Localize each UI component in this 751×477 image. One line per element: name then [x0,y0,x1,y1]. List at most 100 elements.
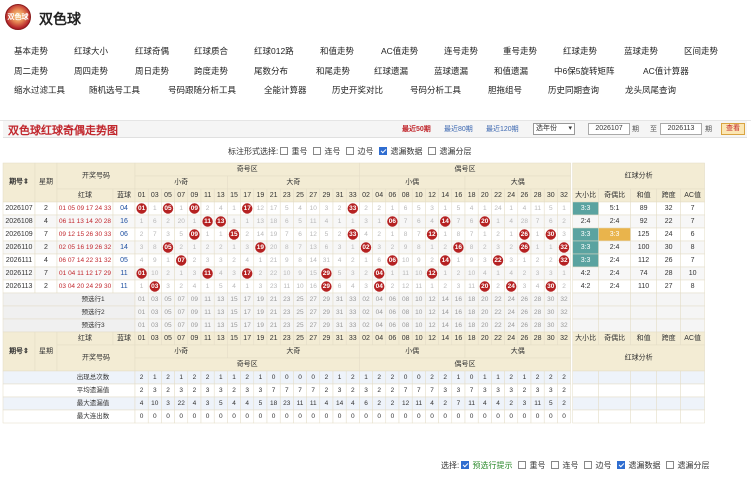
stat-cell [630,383,657,398]
miss-value: 15 [310,270,318,277]
stat-value: 0 [206,413,210,420]
miss-value: 1 [245,283,249,290]
checkbox-icon[interactable] [584,461,593,469]
preselect-number: 26 [521,322,529,329]
miss-value: 5 [549,205,553,212]
miss-value: 2 [391,244,395,251]
ball-number: 22 [494,257,502,264]
preselect-number: 11 [204,296,211,303]
option-checkbox[interactable]: 预选行提示 [461,461,512,470]
miss-value: 7 [457,218,461,225]
miss-value: 1 [351,218,355,225]
ball-number: 26 [521,231,529,238]
stat-value: 1 [219,374,223,381]
preselect-number: 27 [310,322,318,329]
miss-value: 3 [562,231,566,238]
miss-value: 4 [509,270,513,277]
ball-number: 26 [521,244,529,251]
option-checkbox[interactable]: 遗漏分层 [666,461,709,470]
miss-value: 3 [430,205,434,212]
checkbox-icon[interactable] [617,461,626,469]
preselect-cell [630,305,657,320]
preselect-number: 11 [204,309,211,316]
header-odd-num-text: 23 [283,192,291,199]
preselect-cell [680,318,705,333]
footer-even-num-text: 32 [560,335,568,342]
footer-small-odd-text: 小奇 [174,346,188,355]
stat-value: 4 [430,400,434,407]
stat-value: 1 [153,374,157,381]
option-checkbox[interactable]: 连号 [551,461,578,470]
header-odd-num-text: 29 [323,192,331,199]
header-issue-text: 期号⇕ [9,177,29,186]
stat-value: 3 [509,387,513,394]
analysis-text: 28 [665,270,673,277]
stat-value: 1 [232,374,236,381]
miss-value: 4 [483,270,487,277]
miss-value: 1 [562,205,566,212]
analysis-text: 7 [691,257,695,264]
stat-cell [630,409,657,424]
header-even-num-text: 28 [534,192,542,199]
miss-value: 6 [549,218,553,225]
miss-value: 1 [391,231,395,238]
miss-value: 17 [270,205,278,212]
checkbox-icon[interactable] [666,461,675,469]
miss-value: 7 [298,244,302,251]
miss-value: 1 [443,205,447,212]
preselect-number: 09 [191,322,199,329]
preselect-number: 22 [494,322,502,329]
miss-value: 3 [483,257,487,264]
footer-even-num-text: 12 [428,335,436,342]
miss-value: 4 [298,205,302,212]
red-balls-text: 03 04 20 24 29 30 [59,283,112,290]
stat-value: 4 [232,400,236,407]
stat-value: 0 [351,413,355,420]
option-checkbox[interactable]: 边号 [584,461,611,470]
miss-value: 1 [259,257,263,264]
stat-value: 3 [457,387,461,394]
preselect-label-cell [2,292,136,307]
preselect-label: 预选行3 [81,320,105,329]
stat-value: 7 [272,387,276,394]
miss-value: 6 [325,244,329,251]
blue-ball-text: 11 [120,283,127,290]
miss-value: 2 [245,231,249,238]
miss-value: 7 [417,231,421,238]
stat-value: 2 [245,374,249,381]
footer-odd-num-text: 21 [270,335,278,342]
miss-value: 2 [496,283,500,290]
stat-cell [656,396,681,411]
option-label: 预选行提示 [472,461,513,470]
miss-value: 11 [468,283,475,290]
analysis-text: 10 [689,270,697,277]
preselect-number: 28 [534,296,542,303]
preselect-cell [598,305,631,320]
miss-value: 11 [402,270,409,277]
option-checkbox[interactable]: 重号 [518,461,545,470]
stat-value: 2 [523,387,527,394]
miss-value: 9 [298,270,302,277]
checkbox-icon[interactable] [461,461,470,469]
stat-cell [598,370,631,385]
footer-odd-num-text: 31 [336,335,344,342]
miss-value: 3 [377,244,381,251]
stat-value: 0 [483,413,487,420]
preselect-number: 02 [362,322,370,329]
stat-value: 3 [206,387,210,394]
preselect-number: 27 [310,309,318,316]
preselect-number: 09 [191,296,199,303]
checkbox-icon[interactable] [551,461,560,469]
option-checkbox[interactable]: 遗漏数据 [617,461,660,470]
miss-value: 4 [470,205,474,212]
preselect-number: 30 [547,296,555,303]
footer-odd-num-text: 13 [217,335,225,342]
stat-value: 7 [417,387,421,394]
checkbox-icon[interactable] [518,461,527,469]
stat-cell [598,383,631,398]
miss-value: 1 [166,257,170,264]
preselect-number: 12 [428,296,436,303]
footer-odd-num-text: 09 [191,335,199,342]
preselect-number: 05 [164,322,172,329]
miss-value: 12 [402,283,410,290]
